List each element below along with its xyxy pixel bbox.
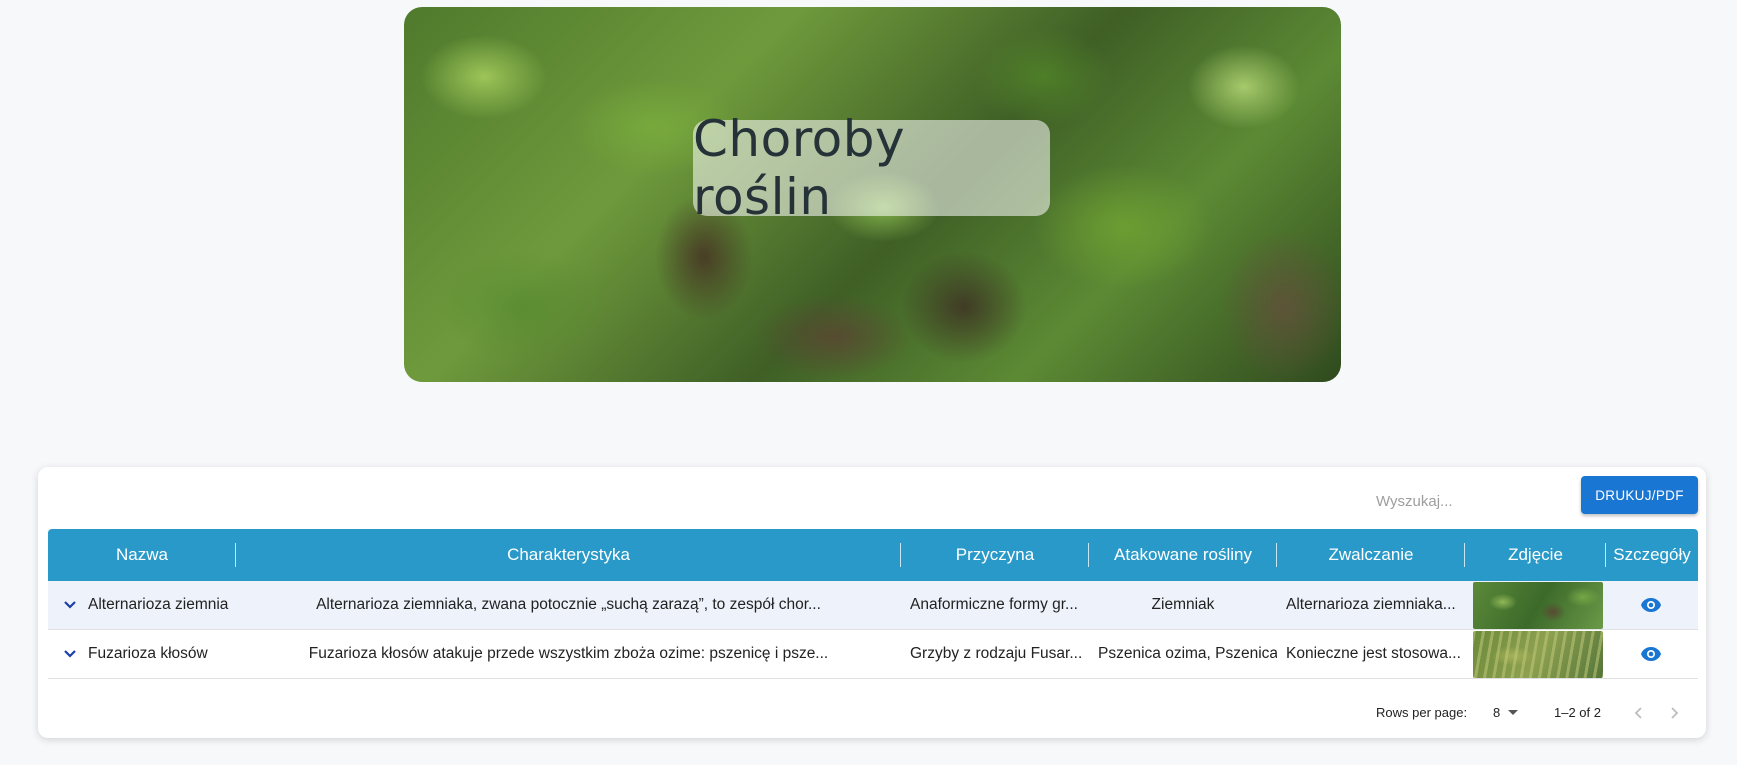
name-cell: Fuzarioza kłosów [48, 630, 236, 678]
column-header-zwalczanie[interactable]: Zwalczanie [1277, 529, 1465, 581]
column-header-przyczyna[interactable]: Przyczyna [901, 529, 1089, 581]
column-header-atakowane-rosliny[interactable]: Atakowane rośliny [1089, 529, 1277, 581]
plants-cell: Ziemniak [1151, 596, 1215, 613]
chevron-down-icon[interactable] [62, 597, 78, 613]
hero-banner: Choroby roślin [404, 7, 1341, 382]
name-cell: Alternarioza ziemnia [48, 581, 236, 629]
column-header-szczegoly[interactable]: Szczegóły [1606, 529, 1698, 581]
disease-photo [1473, 581, 1603, 629]
table-row[interactable]: Fuzarioza kłosów Fuzarioza kłosów atakuj… [48, 630, 1698, 679]
cause-cell: Anaformiczne formy gr... [910, 596, 1078, 613]
table-row[interactable]: Alternarioza ziemnia Alternarioza ziemni… [48, 581, 1698, 630]
column-header-charakterystyka[interactable]: Charakterystyka [236, 529, 901, 581]
disease-name: Fuzarioza kłosów [88, 645, 208, 662]
diseases-grid: Nazwa Charakterystyka Przyczyna Atakowan… [48, 529, 1698, 679]
control-cell: Konieczne jest stosowa... [1286, 645, 1461, 662]
print-pdf-button[interactable]: DRUKUJ/PDF [1581, 476, 1698, 514]
search-input[interactable] [1376, 487, 1556, 515]
hero-title-box: Choroby roślin [693, 110, 1050, 226]
diseases-table-card: DRUKUJ/PDF Nazwa Charakterystyka Przyczy… [38, 467, 1706, 738]
control-cell: Alternarioza ziemniaka... [1286, 596, 1456, 613]
chevron-left-icon [1634, 707, 1642, 719]
page-title: Choroby roślin [693, 110, 906, 226]
next-page-button[interactable] [1665, 703, 1685, 723]
table-toolbar: DRUKUJ/PDF [38, 467, 1706, 529]
rows-per-page-select[interactable]: 8 [1493, 705, 1519, 720]
rows-per-page-value: 8 [1493, 705, 1501, 720]
details-cell [1606, 630, 1698, 678]
details-cell [1606, 581, 1698, 629]
rows-per-page-label: Rows per page: [1376, 705, 1468, 720]
column-header-zdjecie[interactable]: Zdjęcie [1465, 529, 1606, 581]
plants-cell: Pszenica ozima, Pszenica j [1098, 645, 1277, 662]
characteristic-cell: Fuzarioza kłosów atakuje przede wszystki… [308, 645, 829, 662]
column-header-nazwa[interactable]: Nazwa [48, 529, 236, 581]
characteristic-cell: Alternarioza ziemniaka, zwana potocznie … [316, 596, 821, 613]
photo-cell [1465, 630, 1606, 678]
chevron-down-icon[interactable] [62, 646, 78, 662]
pagination-bar: Rows per page: 8 1–2 of 2 [38, 693, 1706, 733]
eye-icon[interactable] [1640, 597, 1662, 613]
cause-cell: Grzyby z rodzaju Fusar... [910, 645, 1083, 662]
eye-icon[interactable] [1640, 646, 1662, 662]
photo-cell [1465, 581, 1606, 629]
dropdown-arrow-icon [1508, 709, 1519, 715]
disease-name: Alternarioza ziemnia [88, 596, 229, 613]
disease-photo [1473, 630, 1603, 678]
grid-header: Nazwa Charakterystyka Przyczyna Atakowan… [48, 529, 1698, 581]
previous-page-button[interactable] [1628, 703, 1648, 723]
pagination-range: 1–2 of 2 [1554, 705, 1601, 720]
chevron-right-icon [1671, 707, 1679, 719]
